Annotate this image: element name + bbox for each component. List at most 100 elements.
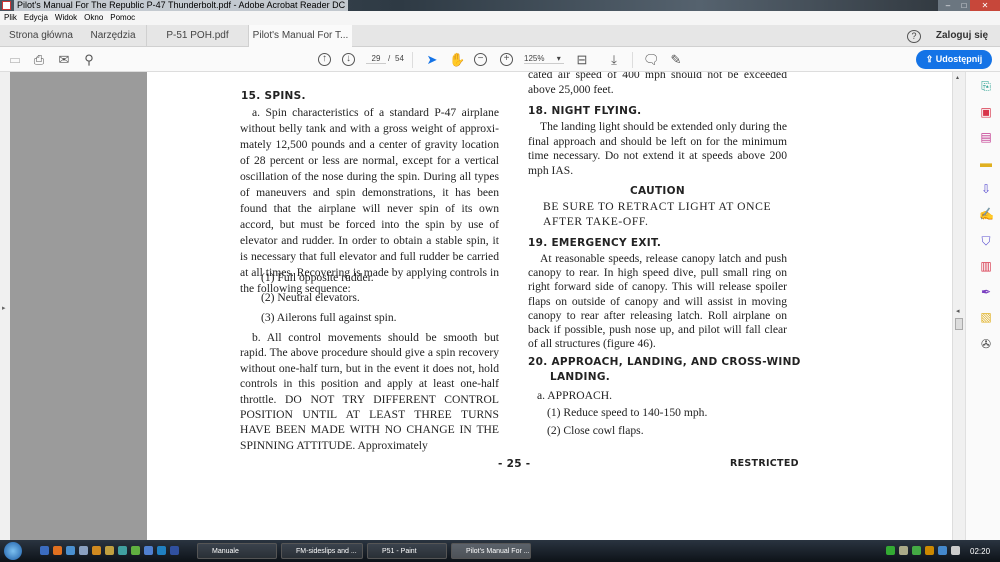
list-item: (1) Full opposite rudder. xyxy=(261,271,374,284)
quicklaunch-icon[interactable] xyxy=(118,546,127,555)
share-icon: ⇪ xyxy=(925,54,936,64)
scrollbar-thumb[interactable] xyxy=(955,318,963,330)
right-tools-panel: ⎘ ▣ ▤ ▬ ⇩ ✍ ⛉ ▥ ✒ ▧ ✇ ◂ xyxy=(956,72,1000,540)
heading-night-flying: 18. NIGHT FLYING. xyxy=(528,105,642,117)
search-icon[interactable]: ⚲ xyxy=(81,52,97,68)
tray-icon[interactable] xyxy=(899,546,908,555)
tab-label: Pilot's Manual For T... xyxy=(252,30,349,41)
firefox-icon[interactable] xyxy=(53,546,62,555)
heading-spins: 15. SPINS. xyxy=(241,90,306,102)
vertical-scrollbar[interactable]: ▴ xyxy=(952,72,965,540)
caution-heading: CAUTION xyxy=(630,185,685,197)
menu-bar: Plik Edycja Widok Okno Pomoc xyxy=(0,11,1000,25)
list-item: (1) Reduce speed to 140-150 mph. xyxy=(547,406,708,419)
restricted-mark: RESTRICTED xyxy=(730,458,799,469)
minimize-button[interactable]: – xyxy=(938,0,958,11)
scroll-mode-icon[interactable]: ⤓ xyxy=(606,52,622,68)
print-icon[interactable]: ⎙ xyxy=(31,52,47,68)
organize-pages-icon[interactable]: ▤ xyxy=(979,130,993,144)
taskbar-item-manuale[interactable]: Manuale xyxy=(197,543,277,559)
caution-text: BE SURE TO RETRACT LIGHT AT ONCE AFTER T… xyxy=(543,200,772,228)
scroll-up-arrow[interactable]: ▴ xyxy=(956,74,959,81)
hand-tool-icon[interactable]: ✋ xyxy=(449,52,465,68)
collapse-panel-arrow[interactable]: ◂ xyxy=(956,307,960,315)
paragraph-night-flying: The landing light should be extended onl… xyxy=(528,120,787,177)
zoom-in-icon[interactable]: + xyxy=(500,53,513,66)
more-tools-doc-icon[interactable]: ▧ xyxy=(979,310,993,324)
create-pdf-icon[interactable]: ▣ xyxy=(979,105,993,119)
list-item: (2) Close cowl flaps. xyxy=(547,424,644,437)
paragraph-spins-a: a. Spin characteristics of a standard P-… xyxy=(240,106,499,295)
paragraph-emergency-exit: At reasonable speeds, release canopy lat… xyxy=(528,252,787,351)
menu-window[interactable]: Okno xyxy=(84,13,103,22)
paragraph-spins-b: b. All control movements should be smoot… xyxy=(240,331,499,452)
clock[interactable]: 02:20 xyxy=(970,547,990,556)
heading-approach-landing: 20. APPROACH, LANDING, AND CROSS-WIND xyxy=(528,356,801,368)
highlight-pen-icon[interactable]: ✎ xyxy=(668,52,684,68)
sign-in-link[interactable]: Zaloguj się xyxy=(932,25,992,47)
quicklaunch-icon[interactable] xyxy=(170,546,179,555)
protect-shield-icon[interactable]: ⛉ xyxy=(979,234,993,248)
tab-tools[interactable]: Narzędzia xyxy=(82,25,144,47)
menu-edit[interactable]: Edycja xyxy=(24,13,48,22)
request-signature-icon[interactable]: ✒ xyxy=(979,285,993,299)
quicklaunch-icon[interactable] xyxy=(92,546,101,555)
comment-tool-icon[interactable]: ▬ xyxy=(979,156,993,170)
maximize-button[interactable]: □ xyxy=(958,0,970,11)
network-icon[interactable] xyxy=(951,546,960,555)
tools-wrench-icon[interactable]: ✇ xyxy=(979,337,993,351)
tab-document-p47[interactable]: Pilot's Manual For T... × xyxy=(249,25,352,63)
export-pdf-icon[interactable]: ⎘ xyxy=(979,79,993,93)
tray-icon[interactable] xyxy=(912,546,921,555)
zoom-select[interactable]: 125% ▾ xyxy=(524,54,564,64)
menu-file[interactable]: Plik xyxy=(4,13,17,22)
select-tool-icon[interactable]: ➤ xyxy=(424,52,440,68)
left-panel-toggle[interactable]: ▸ xyxy=(0,72,10,540)
quicklaunch-icon[interactable] xyxy=(79,546,88,555)
quicklaunch-icon[interactable] xyxy=(105,546,114,555)
window-title: Pilot's Manual For The Republic P-47 Thu… xyxy=(14,0,349,11)
subheading-approach: a. APPROACH. xyxy=(537,389,613,402)
quicklaunch-icon[interactable] xyxy=(144,546,153,555)
page-number-input[interactable]: 29 xyxy=(366,54,386,64)
quicklaunch-icon[interactable] xyxy=(40,546,49,555)
menu-view[interactable]: Widok xyxy=(55,13,77,22)
share-button[interactable]: ⇪ Udostępnij xyxy=(916,50,992,69)
start-button[interactable] xyxy=(4,542,22,560)
compress-pdf-icon[interactable]: ▥ xyxy=(979,259,993,273)
tab-home[interactable]: Strona główna xyxy=(0,25,82,47)
tab-document-p51[interactable]: P-51 POH.pdf xyxy=(146,25,249,47)
save-icon[interactable]: ▭ xyxy=(7,52,23,68)
send-for-review-icon[interactable]: ⇩ xyxy=(979,182,993,196)
divider xyxy=(412,52,413,68)
help-icon[interactable]: ? xyxy=(907,30,921,43)
zoom-out-icon[interactable]: − xyxy=(474,53,487,66)
title-bar: Pilot's Manual For The Republic P-47 Thu… xyxy=(0,0,1000,11)
tray-icon[interactable] xyxy=(938,546,947,555)
fit-page-icon[interactable]: ⊟ xyxy=(574,52,590,68)
page-number-footer: - 25 - xyxy=(498,458,531,470)
quicklaunch-icon[interactable] xyxy=(131,546,140,555)
taskbar-item-acrobat[interactable]: Pilot's Manual For ... xyxy=(451,543,531,559)
taskbar-item-firefox[interactable]: FM-sideslips and ... xyxy=(281,543,363,559)
tray-icon[interactable] xyxy=(925,546,934,555)
list-item: (2) Neutral elevators. xyxy=(261,291,360,304)
previous-page-icon[interactable]: ↑ xyxy=(318,53,331,66)
quicklaunch-icon[interactable] xyxy=(66,546,75,555)
tray-icon[interactable] xyxy=(886,546,895,555)
page-total: 54 xyxy=(395,54,404,63)
menu-help[interactable]: Pomoc xyxy=(110,13,135,22)
acrobat-icon xyxy=(2,1,11,10)
comment-icon[interactable]: 🗨 xyxy=(643,52,660,68)
tab-bar: Strona główna Narzędzia P-51 POH.pdf Pil… xyxy=(0,25,1000,63)
paragraph-continued: cated air speed of 400 mph should not be… xyxy=(528,72,787,96)
fill-sign-icon[interactable]: ✍ xyxy=(979,207,994,221)
taskbar-item-paint[interactable]: P51 - Paint xyxy=(367,543,447,559)
email-icon[interactable]: ✉ xyxy=(56,52,72,68)
page-separator: / xyxy=(388,54,391,63)
quicklaunch-icon[interactable] xyxy=(157,546,166,555)
next-page-icon[interactable]: ↓ xyxy=(342,53,355,66)
toolbar: ▭ ⎙ ✉ ⚲ ↑ ↓ 29 / 54 ➤ ✋ − + 125% ▾ ⊟ ⤓ 🗨… xyxy=(0,47,1000,72)
divider xyxy=(632,52,633,68)
close-window-button[interactable]: ✕ xyxy=(970,0,1000,11)
